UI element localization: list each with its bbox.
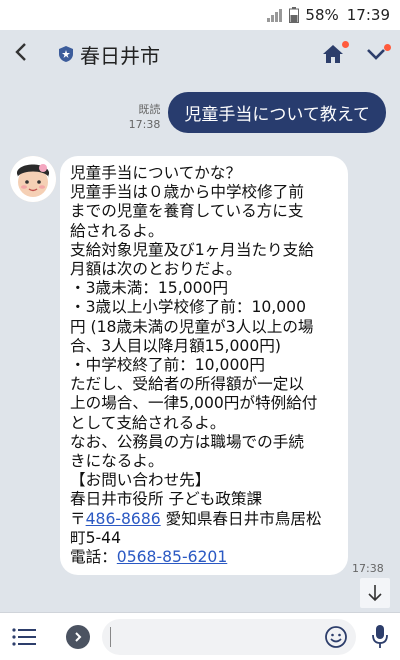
- expand-button[interactable]: [66, 624, 90, 649]
- home-icon: [323, 45, 343, 63]
- emoji-button[interactable]: [324, 625, 348, 649]
- message-line: 月額は次のとおりだよ。: [70, 260, 242, 279]
- microphone-icon: [372, 624, 388, 648]
- message-line: 春日井市役所 子ども政策課: [70, 490, 263, 509]
- arrow-down-icon: [368, 585, 382, 602]
- sent-time: 17:38: [128, 118, 161, 132]
- address-line: 〒486-8686 愛知県春日井市鳥居松: [70, 510, 338, 529]
- smiley-icon: [325, 625, 347, 648]
- chevron-down-icon: [367, 49, 385, 60]
- notification-dot: [384, 44, 391, 51]
- message-line: 【お問い合わせ先】: [70, 471, 211, 490]
- mascot-avatar-icon: [10, 156, 56, 202]
- list-menu-icon: [12, 627, 36, 646]
- back-button[interactable]: [14, 40, 42, 68]
- mic-button[interactable]: [372, 624, 388, 650]
- shield-icon: [58, 45, 74, 63]
- menu-button[interactable]: [12, 627, 44, 646]
- address-text: 愛知県春日井市鳥居松: [160, 509, 322, 528]
- message-line: 児童手当についてかな？: [70, 164, 242, 182]
- read-label: 既読: [138, 103, 161, 117]
- message-line: ・3歳以上小学校修了前：10,000: [70, 298, 307, 317]
- message-field[interactable]: [102, 618, 356, 655]
- received-bubble[interactable]: 児童手当についてかな？ 児童手当は０歳から中学校修了前 までの児童を養育している…: [60, 156, 348, 576]
- message-line: 上の場合、一律5,000円が特例給付: [70, 394, 318, 413]
- phone-prefix: 電話：: [70, 548, 117, 567]
- text-cursor: [110, 626, 111, 647]
- phone-link[interactable]: 0568-85-6201: [117, 548, 227, 566]
- message-line: 合、3人目以降月額15,000円): [70, 336, 281, 355]
- postal-code-link[interactable]: 486-8686: [86, 510, 161, 528]
- received-time: 17:38: [352, 562, 384, 575]
- message-line: として支給されるよ。: [70, 413, 226, 432]
- address-line-2: 町5-44: [70, 528, 121, 547]
- message-line: ただし、受給者の所得額が一定以: [70, 375, 304, 394]
- sent-bubble[interactable]: 児童手当について教えて: [168, 92, 386, 133]
- message-line: までの児童を養育している方に支: [70, 202, 304, 221]
- input-bar: [0, 612, 400, 660]
- avatar[interactable]: [10, 156, 56, 202]
- status-bar: 58% 17:39: [0, 0, 400, 30]
- phone-line: 電話：0568-85-6201: [70, 548, 338, 567]
- chevron-right-icon: [75, 631, 82, 642]
- sent-meta: 既読 17:38: [129, 103, 161, 133]
- menu-dropdown-button[interactable]: [366, 44, 391, 61]
- sent-message-row: 既読 17:38 児童手当について教えて: [129, 92, 386, 133]
- chat-header: 春日井市: [0, 30, 400, 78]
- postal-prefix: 〒: [70, 509, 86, 528]
- message-line: 円 (18歳未満の児童が3人以上の場: [70, 317, 314, 336]
- message-input[interactable]: [119, 627, 324, 646]
- signal-icon: [267, 9, 283, 22]
- battery-level: 58%: [305, 6, 339, 24]
- home-button[interactable]: [322, 41, 349, 64]
- battery-icon: [289, 7, 300, 23]
- scroll-down-button[interactable]: [360, 578, 390, 608]
- message-line: 児童手当は０歳から中学校修了前: [70, 183, 304, 202]
- message-line: きになるよ。: [70, 452, 164, 471]
- message-line: ・3歳未満：15,000円: [70, 279, 229, 298]
- notification-dot: [342, 41, 349, 48]
- message-line: ・中学校終了前：10,000円: [70, 356, 265, 375]
- chevron-left-icon: [15, 43, 26, 61]
- clock: 17:39: [346, 6, 390, 24]
- status-icons: 58%: [267, 6, 339, 24]
- message-line: 支給対象児童及び1ヶ月当たり支給: [70, 240, 314, 259]
- message-line: なお、公務員の方は職場での手続: [70, 432, 304, 451]
- chat-title: 春日井市: [80, 43, 160, 68]
- message-line: 給されるよ。: [70, 221, 164, 240]
